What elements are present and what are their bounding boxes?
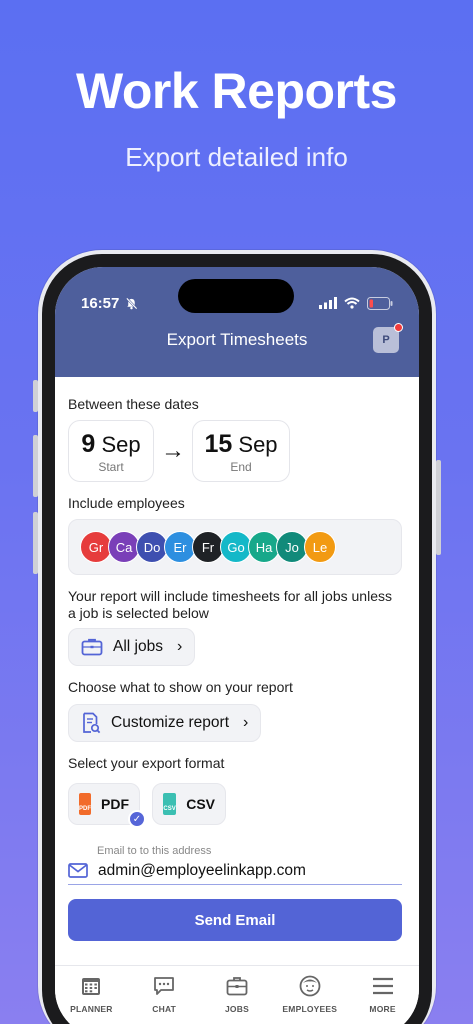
tab-bar: PLANNER CHAT JOBS EMPLOYEES MORE	[55, 965, 419, 1024]
jobs-label: Your report will include timesheets for …	[68, 588, 392, 621]
all-jobs-button[interactable]: All jobs ›	[68, 628, 196, 666]
tab-chat[interactable]: CHAT	[129, 974, 199, 1024]
chevron-right-icon: ›	[243, 714, 249, 731]
tab-employees[interactable]: EMPLOYEES	[275, 974, 345, 1024]
signal-icon	[319, 297, 337, 309]
phone-frame: 16:57 Export Timesheets P Between these …	[33, 250, 441, 1024]
csv-file-icon: CSV	[163, 793, 177, 815]
employee-avatar[interactable]: Le	[304, 531, 336, 563]
email-field[interactable]: admin@employeelinkapp.com	[68, 857, 402, 885]
mail-icon	[68, 863, 88, 878]
end-day: 15	[204, 430, 233, 458]
customize-report-label: Customize report	[111, 714, 230, 731]
csv-format-option[interactable]: CSV CSV	[152, 783, 226, 825]
menu-icon	[372, 977, 393, 995]
start-date-picker[interactable]: 9 Sep Start	[68, 420, 154, 482]
tab-label: EMPLOYEES	[282, 1004, 338, 1014]
arrow-right-icon: →	[161, 437, 185, 464]
start-day: 9	[81, 430, 96, 458]
status-time: 16:57	[81, 294, 120, 312]
employees-label: Include employees	[68, 495, 185, 511]
email-field-label: Email to to this address	[97, 845, 212, 857]
battery-icon	[367, 296, 393, 310]
customize-label: Choose what to show on your report	[68, 679, 293, 695]
wifi-icon	[344, 297, 360, 309]
hero-title: Work Reports	[76, 63, 397, 119]
pdf-label: PDF	[101, 796, 129, 812]
tab-label: JOBS	[225, 1004, 249, 1014]
format-label: Select your export format	[68, 755, 225, 771]
start-caption: Start	[98, 460, 124, 474]
tab-label: PLANNER	[70, 1004, 113, 1014]
calendar-icon	[82, 978, 101, 995]
hero-subtitle: Export detailed info	[125, 142, 348, 172]
end-caption: End	[230, 460, 252, 474]
employee-selector[interactable]: Gr Ca Do Er Fr Go Ha Jo Le	[68, 519, 402, 575]
end-month: Sep	[238, 432, 278, 457]
tab-label: CHAT	[152, 1004, 177, 1014]
start-month: Sep	[101, 432, 141, 457]
briefcase-icon	[226, 977, 248, 996]
selected-check-icon: ✓	[128, 810, 146, 828]
employee-icon	[299, 975, 321, 997]
tab-label: MORE	[369, 1004, 396, 1014]
tab-jobs[interactable]: JOBS	[202, 974, 272, 1024]
app-screen: 16:57 Export Timesheets P Between these …	[55, 267, 419, 1024]
send-email-button[interactable]: Send Email	[68, 899, 402, 941]
app-header: 16:57 Export Timesheets P	[55, 267, 419, 377]
chat-icon	[154, 977, 175, 995]
email-value[interactable]: admin@employeelinkapp.com	[98, 862, 306, 880]
profile-avatar-button[interactable]: P	[373, 323, 403, 353]
all-jobs-label: All jobs	[113, 638, 163, 655]
end-date-picker[interactable]: 15 Sep End	[192, 420, 290, 482]
customize-report-button[interactable]: Customize report ›	[68, 704, 262, 742]
pdf-file-icon: PDF	[79, 793, 91, 815]
dates-label: Between these dates	[68, 396, 199, 412]
avatar-initial: P	[382, 334, 390, 346]
bell-mute-icon	[126, 297, 138, 309]
status-bar: 16:57	[81, 293, 393, 313]
briefcase-icon	[81, 638, 103, 656]
chevron-right-icon: ›	[176, 638, 183, 655]
csv-label: CSV	[186, 796, 215, 812]
page-title: Export Timesheets	[166, 330, 308, 349]
notification-dot	[394, 323, 403, 332]
tab-planner[interactable]: PLANNER	[56, 974, 126, 1024]
tab-more[interactable]: MORE	[348, 974, 418, 1024]
report-search-icon	[83, 712, 101, 734]
